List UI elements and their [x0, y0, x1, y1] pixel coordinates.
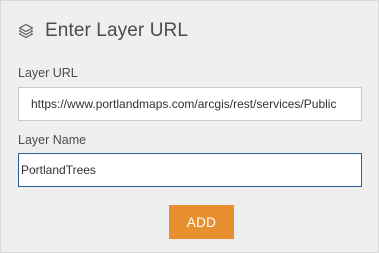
layer-url-label: Layer URL — [18, 66, 78, 80]
dialog-header: Enter Layer URL — [17, 15, 188, 47]
layers-icon — [17, 22, 35, 40]
add-button[interactable]: ADD — [169, 205, 234, 239]
layer-name-input[interactable] — [18, 153, 362, 187]
dialog-title: Enter Layer URL — [45, 20, 189, 41]
layer-name-label: Layer Name — [18, 133, 87, 147]
add-layer-panel: Enter Layer URL Layer URL Layer Name ADD — [0, 0, 379, 253]
layer-url-input[interactable] — [18, 87, 362, 121]
